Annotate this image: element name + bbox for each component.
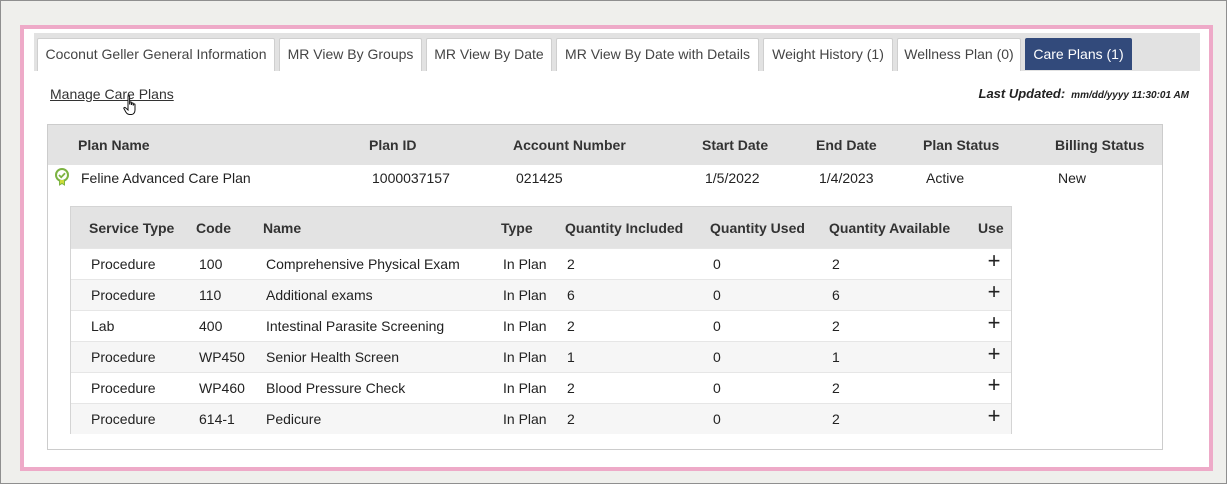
use-service-plus-button[interactable]: +	[986, 281, 1002, 303]
col-header-plan-name: Plan Name	[78, 137, 150, 153]
tab-wellness-plan[interactable]: Wellness Plan (0)	[897, 38, 1021, 71]
quantity-used-cell: 0	[713, 411, 721, 427]
quantity-available-cell: 6	[832, 287, 840, 303]
quantity-available-cell: 1	[832, 349, 840, 365]
service-row: Lab 400 Intestinal Parasite Screening In…	[71, 310, 1011, 341]
service-type-cell: Lab	[91, 318, 115, 334]
account-number-value: 021425	[516, 170, 563, 186]
name-cell: Blood Pressure Check	[266, 380, 406, 396]
billing-status-value: New	[1058, 170, 1087, 186]
col-header-type: Type	[501, 220, 533, 236]
code-cell: WP460	[199, 380, 245, 396]
col-header-account-number: Account Number	[513, 137, 626, 153]
tab-mr-view-by-date[interactable]: MR View By Date	[426, 38, 552, 71]
quantity-available-cell: 2	[832, 256, 840, 272]
hand-pointer-cursor-icon	[123, 95, 136, 115]
col-header-start-date: Start Date	[702, 137, 769, 153]
last-updated: Last Updated: mm/dd/yyyy 11:30:01 AM	[979, 86, 1190, 101]
name-cell: Additional exams	[266, 287, 373, 303]
quantity-used-cell: 0	[713, 287, 721, 303]
type-cell: In Plan	[503, 318, 547, 334]
plan-name-value: Feline Advanced Care Plan	[81, 170, 251, 186]
services-header-row: Service Type Code Name Type Quantity Inc…	[71, 207, 1011, 248]
service-type-cell: Procedure	[91, 380, 156, 396]
tab-general-information[interactable]: Coconut Geller General Information	[37, 38, 275, 71]
code-cell: 614-1	[199, 411, 235, 427]
plan-services-table: Service Type Code Name Type Quantity Inc…	[70, 206, 1012, 434]
col-header-plan-id: Plan ID	[369, 137, 417, 153]
name-cell: Senior Health Screen	[266, 349, 400, 365]
use-service-plus-button[interactable]: +	[986, 405, 1002, 427]
quantity-included-cell: 2	[567, 411, 575, 427]
plan-id-value: 1000037157	[372, 170, 450, 186]
service-row: Procedure 110 Additional exams In Plan 6…	[71, 279, 1011, 310]
quantity-available-cell: 2	[832, 411, 840, 427]
quantity-included-cell: 2	[567, 256, 575, 272]
col-header-billing-status: Billing Status	[1055, 137, 1145, 153]
use-service-plus-button[interactable]: +	[986, 312, 1002, 334]
code-cell: WP450	[199, 349, 245, 365]
col-header-quantity-used: Quantity Used	[710, 220, 805, 236]
col-header-end-date: End Date	[816, 137, 877, 153]
col-header-name: Name	[263, 220, 302, 236]
code-cell: 400	[199, 318, 223, 334]
tab-mr-view-by-date-details[interactable]: MR View By Date with Details	[556, 38, 759, 71]
quantity-used-cell: 0	[713, 349, 721, 365]
name-cell: Comprehensive Physical Exam	[266, 256, 460, 272]
service-row: Procedure 614-1 Pedicure In Plan 2 0 2 +	[71, 403, 1011, 434]
service-row: Procedure 100 Comprehensive Physical Exa…	[71, 248, 1011, 279]
type-cell: In Plan	[503, 349, 547, 365]
name-cell: Pedicure	[266, 411, 322, 427]
col-header-service-type: Service Type	[89, 220, 175, 236]
quantity-used-cell: 0	[713, 380, 721, 396]
care-plans-table: Plan Name Plan ID Account Number Start D…	[47, 124, 1163, 450]
service-type-cell: Procedure	[91, 256, 156, 272]
col-header-code: Code	[196, 220, 231, 236]
tab-weight-history[interactable]: Weight History (1)	[763, 38, 893, 71]
type-cell: In Plan	[503, 411, 547, 427]
service-type-cell: Procedure	[91, 349, 156, 365]
col-header-quantity-included: Quantity Included	[565, 220, 684, 236]
care-plans-header-row: Plan Name Plan ID Account Number Start D…	[48, 125, 1162, 165]
check-badge-icon[interactable]	[54, 168, 70, 188]
service-row: Procedure WP460 Blood Pressure Check In …	[71, 372, 1011, 403]
service-type-cell: Procedure	[91, 287, 156, 303]
quantity-available-cell: 2	[832, 380, 840, 396]
code-cell: 110	[199, 287, 222, 303]
quantity-included-cell: 2	[567, 318, 575, 334]
col-header-plan-status: Plan Status	[923, 137, 1000, 153]
last-updated-value: mm/dd/yyyy 11:30:01 AM	[1071, 90, 1189, 101]
quantity-used-cell: 0	[713, 256, 721, 272]
code-cell: 100	[199, 256, 223, 272]
manage-care-plans-link[interactable]: Manage Care Plans	[50, 86, 174, 102]
quantity-included-cell: 2	[567, 380, 575, 396]
type-cell: In Plan	[503, 287, 547, 303]
use-service-plus-button[interactable]: +	[986, 343, 1002, 365]
type-cell: In Plan	[503, 380, 547, 396]
name-cell: Intestinal Parasite Screening	[266, 318, 445, 334]
start-date-value: 1/5/2022	[705, 170, 760, 186]
service-type-cell: Procedure	[91, 411, 156, 427]
tab-mr-view-by-groups[interactable]: MR View By Groups	[279, 38, 422, 71]
use-service-plus-button[interactable]: +	[986, 250, 1002, 272]
quantity-included-cell: 6	[567, 287, 575, 303]
col-header-use: Use	[978, 220, 1004, 236]
type-cell: In Plan	[503, 256, 547, 272]
use-service-plus-button[interactable]: +	[986, 374, 1002, 396]
plan-status-value: Active	[926, 170, 965, 186]
quantity-used-cell: 0	[713, 318, 721, 334]
last-updated-label: Last Updated:	[978, 86, 1066, 101]
tab-bar: Coconut Geller General Information MR Vi…	[34, 33, 1200, 71]
tab-care-plans[interactable]: Care Plans (1)	[1025, 38, 1132, 70]
end-date-value: 1/4/2023	[819, 170, 874, 186]
service-row: Procedure WP450 Senior Health Screen In …	[71, 341, 1011, 372]
quantity-included-cell: 1	[567, 349, 575, 365]
col-header-quantity-available: Quantity Available	[829, 220, 951, 236]
quantity-available-cell: 2	[832, 318, 840, 334]
